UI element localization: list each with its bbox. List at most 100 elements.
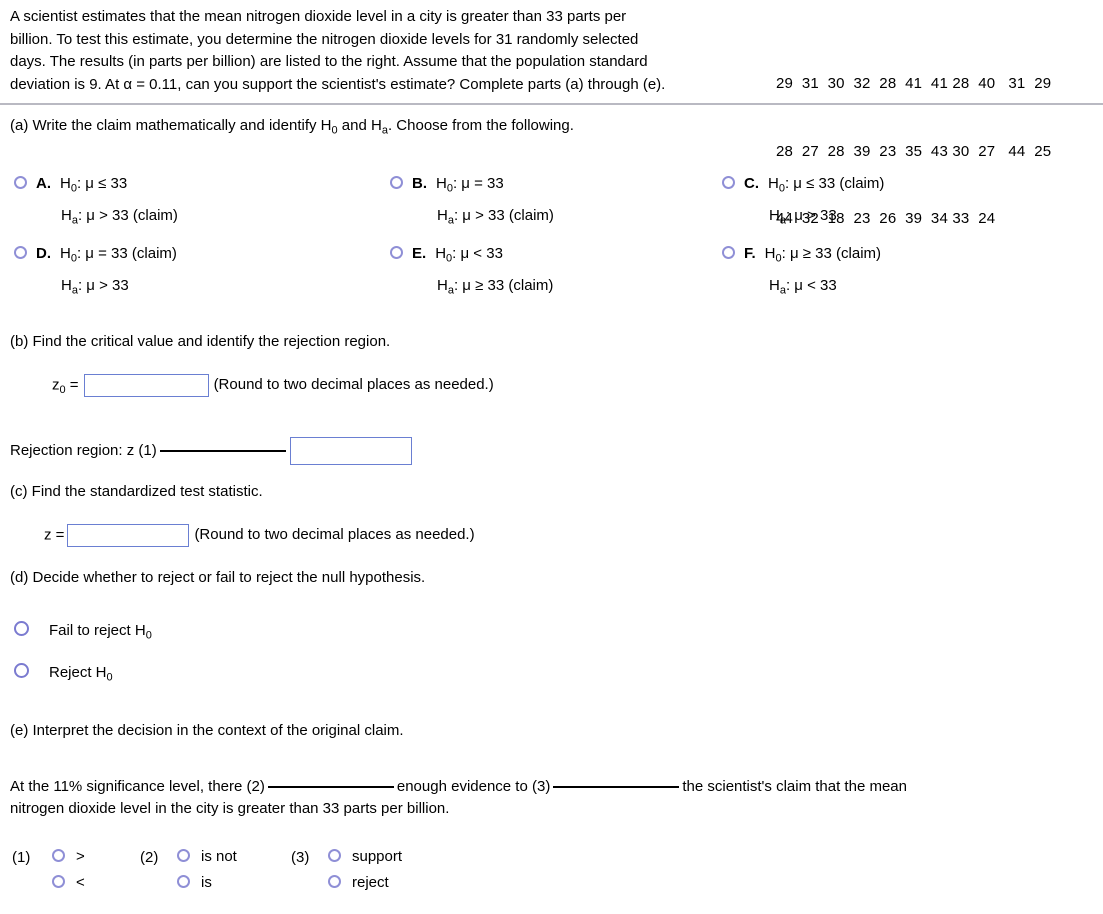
option-f-alt-text: : μ < 33 xyxy=(785,276,837,294)
option-d-alt-text: : μ > 33 xyxy=(77,276,129,294)
part-e-tag-2: (2) xyxy=(246,778,265,795)
part-a-prompt-text: (a) Write the claim mathematically and i… xyxy=(10,117,332,134)
option-d-radio[interactable] xyxy=(14,246,27,259)
option-e-radio[interactable] xyxy=(390,246,403,259)
problem-statement-line-1: A scientist estimates that the mean nitr… xyxy=(10,8,627,25)
legend-group-1: (1) > < xyxy=(12,848,132,908)
option-b-radio[interactable] xyxy=(390,176,403,189)
option-c-letter: C. xyxy=(744,175,759,192)
option-c[interactable]: C. H0: μ ≤ 33 (claim) Ha: μ > 33 xyxy=(722,174,884,230)
option-b-alt-hypothesis: Ha: μ > 33 (claim) xyxy=(437,206,554,231)
option-b-null-text: : μ = 33 xyxy=(452,175,504,192)
sample-data-row: 29 31 30 32 28 41 41 28 40 31 29 xyxy=(776,75,1052,92)
legend-1-option-less[interactable]: < xyxy=(52,874,85,891)
legend-2-option-is-not[interactable]: is not xyxy=(177,848,237,865)
legend-3-option-support[interactable]: support xyxy=(328,848,402,865)
legend-1-less-radio[interactable] xyxy=(52,875,65,888)
option-d-alt-hypothesis: Ha: μ > 33 xyxy=(61,276,177,301)
legend-3-support-radio[interactable] xyxy=(328,849,341,862)
option-b-h-symbol: H xyxy=(436,175,447,192)
option-a-null-text: : μ ≤ 33 xyxy=(76,175,128,192)
legend-3-support-label: support xyxy=(352,848,403,865)
legend-2-is-not-radio[interactable] xyxy=(177,849,190,862)
legend-2-is-not-label: is not xyxy=(201,848,237,865)
rejection-region-input[interactable] xyxy=(289,437,412,465)
legend-3-reject-label: reject xyxy=(352,874,389,891)
fail-to-reject-text: Fail to reject H xyxy=(49,622,146,639)
rejection-region-row: Rejection region: z (1) xyxy=(10,437,412,465)
option-f-null-hypothesis: H0: μ ≥ 33 (claim) xyxy=(765,244,881,269)
option-c-alt-hypothesis: Ha: μ > 33 xyxy=(769,206,884,231)
sample-data-row: 28 27 28 39 23 35 43 30 27 44 25 xyxy=(776,142,1052,160)
part-d-choice-reject[interactable]: Reject H0 xyxy=(14,663,113,684)
legend-1-greater-radio[interactable] xyxy=(52,849,65,862)
reject-label: Reject H0 xyxy=(49,664,113,684)
option-c-null-text: : μ ≤ 33 (claim) xyxy=(784,175,885,192)
part-e-sentence-c: the scientist's claim that the mean xyxy=(682,778,907,795)
legend-group-2: (2) is not is xyxy=(140,848,290,908)
option-a-alt-text: : μ > 33 (claim) xyxy=(77,206,178,224)
option-e-null-text: : μ < 33 xyxy=(452,245,503,262)
option-a[interactable]: A. H0: μ ≤ 33 Ha: μ > 33 (claim) xyxy=(14,174,178,230)
option-a-radio[interactable] xyxy=(14,176,27,189)
legend-1-tag: (1) xyxy=(12,849,31,866)
part-e-sentence-line-1: At the 11% significance level, there (2)… xyxy=(10,777,907,797)
option-b-ha-symbol: H xyxy=(437,206,448,224)
legend-2-is-label: is xyxy=(201,874,212,891)
reject-text: Reject H xyxy=(49,664,107,681)
part-b-critical-value-row: z0 = (Round to two decimal places as need… xyxy=(52,374,494,400)
legend-2-option-is[interactable]: is xyxy=(177,874,212,891)
option-a-letter: A. xyxy=(36,175,51,192)
rejection-region-blank-1[interactable] xyxy=(159,449,286,452)
option-a-ha-symbol: H xyxy=(61,206,72,224)
option-c-ha-symbol: H xyxy=(769,206,780,224)
option-f[interactable]: F. H0: μ ≥ 33 (claim) Ha: μ < 33 xyxy=(722,244,881,300)
problem-statement: A scientist estimates that the mean nitr… xyxy=(10,6,770,96)
option-d-ha-symbol: H xyxy=(61,276,72,294)
legend-2-is-radio[interactable] xyxy=(177,875,190,888)
legend-group-3: (3) support reject xyxy=(291,848,471,908)
part-e-blank-2[interactable] xyxy=(267,786,394,788)
option-d[interactable]: D. H0: μ = 33 (claim) Ha: μ > 33 xyxy=(14,244,177,300)
legend-1-option-greater[interactable]: > xyxy=(52,848,85,865)
part-b-prompt: (b) Find the critical value and identify… xyxy=(10,333,391,350)
option-f-ha-symbol: H xyxy=(769,276,780,294)
sample-data-table: 29 31 30 32 28 41 41 28 40 31 29 28 27 2… xyxy=(776,28,1051,276)
option-f-h-symbol: H xyxy=(764,245,776,262)
option-b[interactable]: B. H0: μ = 33 Ha: μ > 33 (claim) xyxy=(390,174,554,230)
part-c-test-statistic-row: z = (Round to two decimal places as neede… xyxy=(44,524,475,547)
legend-3-option-reject[interactable]: reject xyxy=(328,874,389,891)
part-c-prompt: (c) Find the standardized test statistic… xyxy=(10,483,263,500)
fail-to-reject-radio[interactable] xyxy=(14,621,29,636)
part-a-prompt: (a) Write the claim mathematically and i… xyxy=(10,116,574,141)
option-c-h-symbol: H xyxy=(768,175,779,192)
reject-radio[interactable] xyxy=(14,663,29,678)
option-e-letter: E. xyxy=(412,245,427,262)
z-label: z = xyxy=(44,526,65,544)
option-a-null-hypothesis: H0: μ ≤ 33 xyxy=(60,174,127,199)
legend-1-less-label: < xyxy=(76,874,85,891)
fail-to-reject-label: Fail to reject H0 xyxy=(49,622,152,642)
legend-1-greater-label: > xyxy=(76,848,85,865)
option-c-radio[interactable] xyxy=(722,176,735,189)
part-a-prompt-mid: and H xyxy=(337,117,382,134)
option-e-h-symbol: H xyxy=(435,245,447,262)
part-e-sentence-line-2: nitrogen dioxide level in the city is gr… xyxy=(10,800,450,817)
option-f-radio[interactable] xyxy=(722,246,735,259)
option-e-alt-hypothesis: Ha: μ ≥ 33 (claim) xyxy=(437,276,553,301)
legend-3-reject-radio[interactable] xyxy=(328,875,341,888)
part-e-blank-3[interactable] xyxy=(553,786,680,788)
part-d-choice-fail-to-reject[interactable]: Fail to reject H0 xyxy=(14,621,152,642)
header-divider xyxy=(0,103,1103,105)
problem-statement-line-4: deviation is 9. At α = 0.11, can you sup… xyxy=(10,75,666,93)
option-a-h-symbol: H xyxy=(60,175,71,192)
option-e[interactable]: E. H0: μ < 33 Ha: μ ≥ 33 (claim) xyxy=(390,244,553,300)
part-e-sentence-a: At the 11% significance level, there xyxy=(10,778,243,795)
z-input[interactable] xyxy=(67,524,190,547)
part-c-round-note: (Round to two decimal places as needed.) xyxy=(194,526,475,544)
option-d-null-text: : μ = 33 (claim) xyxy=(76,245,177,262)
option-d-null-hypothesis: H0: μ = 33 (claim) xyxy=(60,244,177,269)
problem-statement-line-2: billion. To test this estimate, you dete… xyxy=(10,30,639,48)
problem-statement-line-3: days. The results (in parts per billion)… xyxy=(10,53,648,70)
z0-input[interactable] xyxy=(83,374,209,397)
